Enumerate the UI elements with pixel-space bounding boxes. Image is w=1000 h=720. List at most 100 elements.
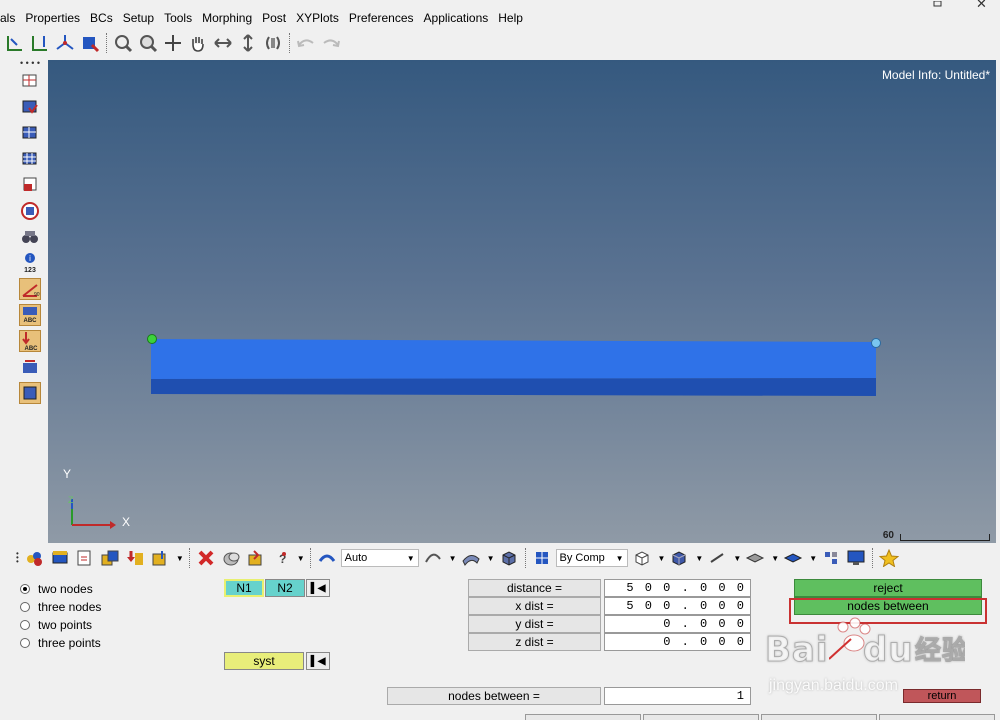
- mesh-circle-icon[interactable]: [19, 200, 41, 222]
- rotate-vertical-icon[interactable]: [237, 32, 259, 54]
- isometric-view-icon[interactable]: [54, 32, 76, 54]
- menu-xyplots[interactable]: XYPlots: [291, 8, 344, 28]
- spin-icon[interactable]: [262, 32, 284, 54]
- shading-mode-icon[interactable]: [316, 547, 338, 569]
- menu-preferences[interactable]: Preferences: [344, 8, 419, 28]
- mesh-transform-icon[interactable]: [19, 174, 41, 196]
- chevron-down-icon[interactable]: ▼: [487, 554, 495, 563]
- chevron-down-icon[interactable]: ▼: [809, 554, 817, 563]
- mesh-grid-icon[interactable]: [19, 148, 41, 170]
- option-two-points[interactable]: two points: [20, 618, 92, 632]
- beam-model[interactable]: [151, 339, 876, 397]
- equation-icon[interactable]: [149, 547, 171, 569]
- chevron-down-icon[interactable]: ▼: [695, 554, 703, 563]
- wireframe-cube-icon[interactable]: [631, 547, 653, 569]
- menu-tools[interactable]: Tools: [159, 8, 197, 28]
- chevron-down-icon[interactable]: ▼: [733, 554, 741, 563]
- menu-bcs[interactable]: BCs: [85, 8, 118, 28]
- components-icon[interactable]: [24, 547, 46, 569]
- binoculars-icon[interactable]: [19, 226, 41, 248]
- option-three-points[interactable]: three points: [20, 636, 101, 650]
- z-dist-label: z dist =: [468, 633, 601, 651]
- mask-icon[interactable]: [220, 547, 242, 569]
- n2-node-selector[interactable]: N2: [265, 579, 305, 597]
- radio-two-nodes[interactable]: [20, 584, 30, 594]
- close-icon[interactable]: ✕: [976, 0, 987, 12]
- scale-label: 60: [882, 530, 894, 541]
- monitor-icon[interactable]: [845, 547, 867, 569]
- node-n1-marker[interactable]: [147, 334, 157, 344]
- chevron-down-icon[interactable]: ▼: [658, 554, 666, 563]
- numbers-icon[interactable]: ?: [270, 547, 292, 569]
- menu-applications[interactable]: Applications: [419, 8, 494, 28]
- element-mask-icon[interactable]: [19, 70, 41, 92]
- info-123-icon[interactable]: i 123: [19, 252, 41, 274]
- reset-syst-button[interactable]: ▌◀: [306, 652, 330, 670]
- geometry-curve-icon[interactable]: [422, 547, 444, 569]
- syst-selector[interactable]: syst: [224, 652, 304, 670]
- entity-sets-icon[interactable]: [99, 547, 121, 569]
- delete-icon[interactable]: [195, 547, 217, 569]
- scale-bar: 60: [883, 530, 990, 541]
- color-by-dropdown[interactable]: By Comp ▼: [555, 549, 628, 567]
- node-n2-marker[interactable]: [871, 338, 881, 348]
- reject-button[interactable]: reject: [794, 579, 982, 597]
- menu-help[interactable]: Help: [493, 8, 528, 28]
- menu-setup[interactable]: Setup: [118, 8, 159, 28]
- yz-plane-view-icon[interactable]: [29, 32, 51, 54]
- restore-icon[interactable]: [932, 0, 944, 12]
- option-three-nodes[interactable]: three nodes: [20, 600, 101, 614]
- view-select-icon[interactable]: [79, 32, 101, 54]
- measure-distance-icon[interactable]: ABC: [19, 330, 41, 352]
- load-collector-icon[interactable]: [124, 547, 146, 569]
- undo-icon[interactable]: [295, 32, 317, 54]
- rotate-horizontal-icon[interactable]: [212, 32, 234, 54]
- element-check-icon[interactable]: [19, 96, 41, 118]
- n1-node-selector[interactable]: N1: [224, 579, 264, 597]
- line-icon[interactable]: [706, 547, 728, 569]
- radio-three-points[interactable]: [20, 638, 30, 648]
- surface-icon[interactable]: [460, 547, 482, 569]
- graphics-viewport[interactable]: Model Info: Untitled* Y Z X 60: [48, 60, 996, 543]
- redo-icon[interactable]: [320, 32, 342, 54]
- chevron-down-icon[interactable]: ▼: [297, 554, 305, 563]
- x-dist-label: x dist =: [468, 597, 601, 615]
- connectors-icon[interactable]: [820, 547, 842, 569]
- beam-top-face: [151, 339, 876, 379]
- radio-two-points[interactable]: [20, 620, 30, 630]
- option-two-nodes[interactable]: two nodes: [20, 582, 93, 596]
- measure-label-icon[interactable]: ABC: [19, 304, 41, 326]
- return-button[interactable]: return: [903, 689, 981, 703]
- chevron-down-icon[interactable]: ▼: [771, 554, 779, 563]
- favorite-star-icon[interactable]: [878, 547, 900, 569]
- import-icon[interactable]: [74, 547, 96, 569]
- plane-icon[interactable]: [744, 547, 766, 569]
- menu-morphing[interactable]: Morphing: [197, 8, 257, 28]
- reorganize-icon[interactable]: [245, 547, 267, 569]
- pan-hand-icon[interactable]: [187, 32, 209, 54]
- nodes-between-count-input[interactable]: 1: [604, 687, 751, 705]
- shaded-cube-icon[interactable]: [668, 547, 690, 569]
- menu-properties[interactable]: Properties: [20, 8, 85, 28]
- reset-nodes-button[interactable]: ▌◀: [306, 579, 330, 597]
- shell-icon[interactable]: [782, 547, 804, 569]
- shading-dropdown[interactable]: Auto ▼: [340, 549, 419, 567]
- collector-icon[interactable]: [49, 547, 71, 569]
- mesh-edit-icon[interactable]: [19, 122, 41, 144]
- solid-icon[interactable]: [498, 547, 520, 569]
- pan-cross-icon[interactable]: [162, 32, 184, 54]
- mesh-frame-icon[interactable]: [19, 382, 41, 404]
- menu-materials[interactable]: als: [0, 8, 20, 28]
- radio-three-nodes[interactable]: [20, 602, 30, 612]
- measure-angle-icon[interactable]: 90°: [19, 278, 41, 300]
- chevron-down-icon[interactable]: ▼: [176, 554, 184, 563]
- zoom-window-icon[interactable]: [112, 32, 134, 54]
- chevron-down-icon[interactable]: ▼: [449, 554, 457, 563]
- xy-plane-view-icon[interactable]: [4, 32, 26, 54]
- menu-post[interactable]: Post: [257, 8, 291, 28]
- mesh-swap-icon[interactable]: [19, 356, 41, 378]
- zoom-icon[interactable]: [137, 32, 159, 54]
- color-mode-icon[interactable]: [531, 547, 553, 569]
- axis-x-label: X: [122, 515, 131, 529]
- beam-side-face: [151, 378, 876, 396]
